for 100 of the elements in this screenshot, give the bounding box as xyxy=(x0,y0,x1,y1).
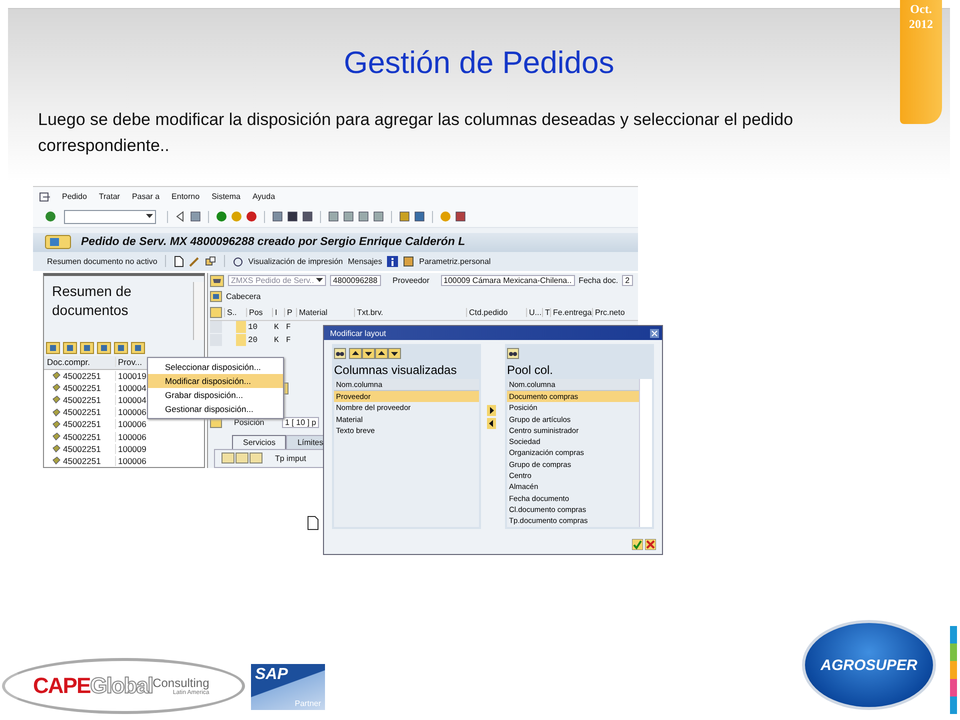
table-cell-text: 100006 xyxy=(117,419,148,430)
column-header[interactable]: I xyxy=(272,308,284,316)
column-header[interactable]: S.. xyxy=(224,308,246,316)
pencil-icon[interactable] xyxy=(189,256,200,267)
cart-icon xyxy=(210,274,224,286)
overview-title: Resumen de documentos xyxy=(52,282,132,320)
item-label: Posición xyxy=(233,418,266,427)
column-header[interactable]: Material xyxy=(296,308,354,316)
column-header[interactable]: T xyxy=(542,308,550,316)
ribbon-year: 2012 xyxy=(909,17,933,32)
swap-icon[interactable] xyxy=(205,256,216,267)
scrollbar[interactable] xyxy=(193,282,204,340)
confirm-icon[interactable] xyxy=(632,539,643,550)
table-cell-text: K xyxy=(273,336,280,344)
logo-text: CAPE xyxy=(33,673,90,699)
dialog-title: Modificar layout xyxy=(330,328,386,338)
table-cell-text: F xyxy=(285,336,292,344)
dropdown-caret-icon[interactable] xyxy=(316,278,323,283)
tab[interactable]: Servicios xyxy=(232,434,286,448)
document-link[interactable]: 45002251 xyxy=(63,444,101,454)
vendor-field[interactable]: 100009 Cámara Mexicana-Chilena.. xyxy=(440,275,575,286)
logo-text: SAP xyxy=(255,666,289,684)
toolbar-icon[interactable] xyxy=(97,342,111,354)
column-header[interactable]: Ctd.pedido xyxy=(466,308,526,316)
item-field[interactable]: 1 [ 10 ] p xyxy=(282,417,320,428)
info-icon[interactable] xyxy=(387,256,398,267)
menu-item[interactable]: Tratar xyxy=(98,192,120,202)
header-section-label: Cabecera xyxy=(226,292,261,301)
table-cell-text: 100009 xyxy=(117,444,148,454)
column-header[interactable]: Fe.entrega xyxy=(550,308,592,316)
vendor-label: Proveedor xyxy=(392,276,430,285)
header-icon[interactable] xyxy=(210,291,222,302)
column-header[interactable]: Pos xyxy=(246,308,272,316)
document-link[interactable]: 45002251 xyxy=(63,407,101,418)
panel-title: Pool col. xyxy=(506,363,554,377)
document-link[interactable]: 45002251 xyxy=(63,394,101,405)
toolbar-icon[interactable] xyxy=(80,342,94,354)
personal-settings-button[interactable]: Parametriz.personal xyxy=(419,256,491,266)
logo-text: Partner xyxy=(294,699,321,708)
document-link[interactable]: 45002251 xyxy=(63,419,101,430)
move-arrows-icon[interactable] xyxy=(349,348,401,359)
check-icon[interactable] xyxy=(45,211,56,222)
menu-item[interactable]: Pasar a xyxy=(132,192,160,202)
messages-button[interactable]: Mensajes xyxy=(348,256,382,266)
menu-item[interactable]: Ayuda xyxy=(252,192,276,202)
logo-text: Consulting xyxy=(152,676,210,690)
column-header[interactable]: P xyxy=(284,308,296,316)
dropdown-caret-icon[interactable] xyxy=(146,214,153,220)
menu-item[interactable]: Gestionar disposición... xyxy=(148,402,283,416)
table-cell-text: 20 xyxy=(247,336,259,344)
move-right-icon[interactable] xyxy=(487,404,496,416)
menu-toggle-icon[interactable] xyxy=(45,235,71,250)
cancel-icon[interactable] xyxy=(645,539,656,550)
document-link[interactable]: 45002251 xyxy=(63,370,101,381)
document-number-field[interactable]: 4800096288 xyxy=(330,275,380,286)
date-field[interactable]: 2 xyxy=(622,275,633,286)
menu-item[interactable]: Pedido xyxy=(62,192,87,202)
table-cell-text: 100006 xyxy=(117,432,148,442)
table-cell-text: F xyxy=(285,322,292,332)
logo-text: AGROSUPER xyxy=(820,656,918,674)
toolbar-icon[interactable] xyxy=(131,342,145,354)
column-header[interactable]: Doc.compr. xyxy=(44,357,116,367)
ribbon-month: Oct. xyxy=(910,2,932,17)
date-label: Fecha doc. xyxy=(578,276,618,285)
document-link[interactable]: 45002251 xyxy=(63,432,101,442)
menu-item[interactable]: Entorno xyxy=(172,192,200,202)
account-type-label: Tp imput xyxy=(275,454,306,463)
toolbar-icon[interactable] xyxy=(63,342,77,354)
overview-toggle[interactable]: Resumen documento no activo xyxy=(47,256,158,266)
column-header[interactable]: Txt.brv. xyxy=(354,308,466,316)
toolbar-icon[interactable] xyxy=(114,342,128,354)
column-header[interactable]: U... xyxy=(526,308,542,316)
column-header[interactable]: Prc.neto xyxy=(592,308,628,316)
move-left-icon[interactable] xyxy=(487,418,496,428)
menu-window-icon[interactable] xyxy=(39,192,50,202)
print-preview-button[interactable]: Visualización de impresión xyxy=(248,256,343,266)
back-triangle-icon[interactable] xyxy=(175,211,186,222)
document-link[interactable]: 45002251 xyxy=(63,382,101,393)
screen-title: Pedido de Serv. MX 4800096288 creado por Sergio Enrique Calderón L xyxy=(81,236,466,248)
new-page-icon[interactable] xyxy=(174,256,184,267)
slide-title: Gestión de Pedidos xyxy=(342,45,616,81)
intro-text: Luego se debe modificar la disposición para agregar las columnas deseadas y seleccionar el pedido correspondiente.. xyxy=(38,109,794,157)
service-tools-drawing xyxy=(221,452,265,464)
logo-text: Global xyxy=(90,673,153,699)
menu-item[interactable]: Grabar disposición... xyxy=(148,388,283,402)
table-cell-text: K xyxy=(273,322,280,332)
close-icon[interactable] xyxy=(650,328,659,338)
menu-item[interactable]: Modificar disposición... xyxy=(148,374,283,388)
table-cell-text: 100006 xyxy=(117,456,148,466)
back-circle-icon[interactable] xyxy=(216,211,227,222)
toolbar-icon[interactable] xyxy=(46,342,60,354)
document-type-dropdown[interactable]: ZMXS Pedido de Serv.. xyxy=(228,275,326,286)
panel-title: Columnas visualizadas xyxy=(334,363,458,377)
scrollbar[interactable] xyxy=(639,379,652,527)
menu-item[interactable]: Sistema xyxy=(212,192,240,202)
cancel-circle-icon[interactable] xyxy=(246,211,257,222)
status-marker xyxy=(236,321,246,333)
document-link[interactable]: 45002251 xyxy=(63,456,101,466)
command-field[interactable] xyxy=(64,210,156,224)
menu-item[interactable]: Seleccionar disposición... xyxy=(148,360,283,374)
